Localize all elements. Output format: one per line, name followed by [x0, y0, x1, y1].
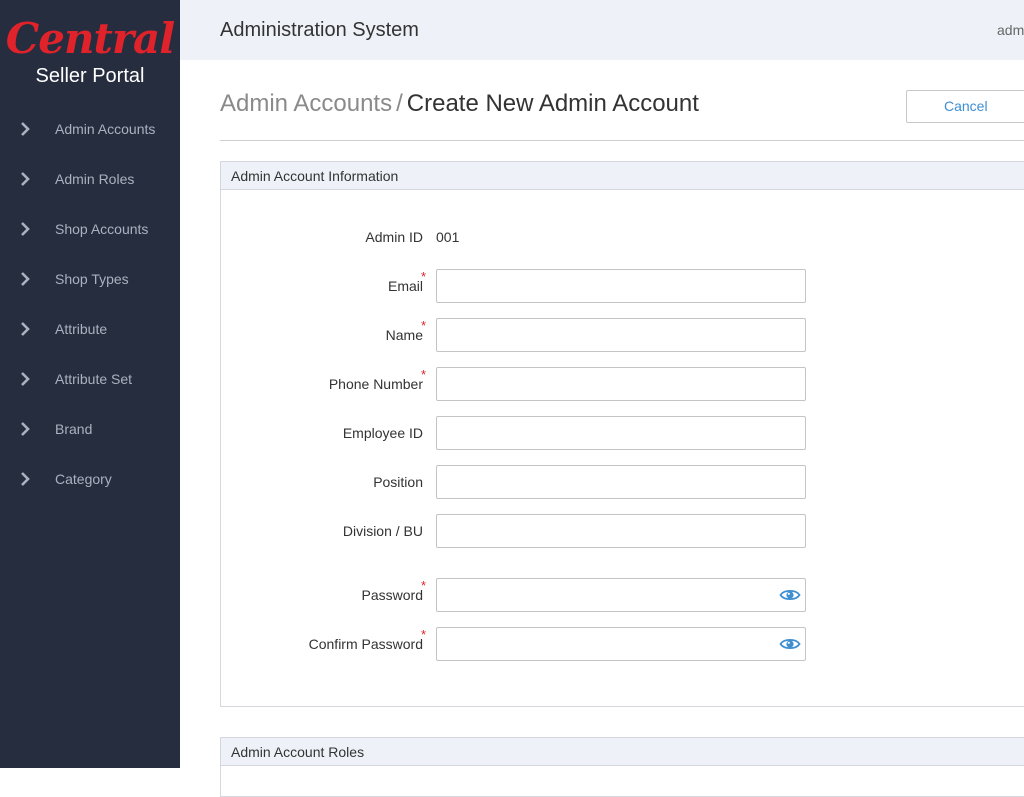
phone-number-label: Phone Number: [328, 376, 423, 392]
required-marker: *: [421, 578, 427, 593]
sidebar-item-label: Attribute Set: [55, 371, 133, 387]
chevron-right-icon: [21, 322, 30, 336]
name-row: Name *: [221, 318, 821, 352]
sidebar-item-brand[interactable]: Brand: [0, 404, 180, 454]
employee-id-field[interactable]: [436, 416, 806, 450]
confirm-password-label: Confirm Password: [308, 636, 423, 652]
sidebar-item-label: Admin Accounts: [55, 121, 156, 137]
phone-number-row: Phone Number *: [221, 367, 821, 401]
chevron-right-icon: [21, 122, 30, 136]
panel-title: Admin Account Information: [221, 162, 1024, 190]
sidebar-item-attribute[interactable]: Attribute: [0, 304, 180, 354]
sidebar-item-shop-accounts[interactable]: Shop Accounts: [0, 204, 180, 254]
confirm-password-field[interactable]: [436, 627, 806, 661]
name-field[interactable]: [436, 318, 806, 352]
division-row: Division / BU: [221, 514, 821, 548]
division-label: Division / BU: [342, 523, 423, 539]
phone-number-field[interactable]: [436, 367, 806, 401]
chevron-right-icon: [21, 222, 30, 236]
sidebar-item-label: Admin Roles: [55, 171, 135, 187]
logo-subtitle: Seller Portal: [35, 65, 145, 87]
sidebar-item-attribute-set[interactable]: Attribute Set: [0, 354, 180, 404]
user-menu[interactable]: adm: [997, 22, 1024, 38]
required-marker: *: [421, 367, 427, 382]
chevron-right-icon: [21, 472, 30, 486]
email-row: Email *: [221, 269, 821, 303]
position-field[interactable]: [436, 465, 806, 499]
email-label: Email: [387, 278, 423, 294]
brand-logo[interactable]: Central Seller Portal: [0, 0, 180, 100]
chevron-right-icon: [21, 272, 30, 286]
position-label: Position: [373, 474, 423, 490]
position-row: Position: [221, 465, 821, 499]
breadcrumb-admin-accounts-link[interactable]: Admin Accounts: [220, 90, 392, 117]
logo-wordmark: Central: [5, 14, 175, 63]
division-field[interactable]: [436, 514, 806, 548]
sidebar: Central Seller Portal Admin Accounts Adm…: [0, 0, 180, 768]
employee-id-label: Employee ID: [342, 425, 423, 441]
sidebar-item-shop-types[interactable]: Shop Types: [0, 254, 180, 304]
sidebar-nav: Admin Accounts Admin Roles Shop Accounts…: [0, 104, 180, 504]
sidebar-item-admin-roles[interactable]: Admin Roles: [0, 154, 180, 204]
sidebar-item-label: Attribute: [55, 321, 108, 337]
admin-id-label: Admin ID: [365, 229, 423, 245]
chevron-right-icon: [21, 372, 30, 386]
sidebar-item-category[interactable]: Category: [0, 454, 180, 504]
email-field[interactable]: [436, 269, 806, 303]
sidebar-item-label: Shop Accounts: [55, 221, 149, 237]
top-header: Administration System adm: [180, 0, 1024, 60]
password-field[interactable]: [436, 578, 806, 612]
password-row: Password *: [221, 578, 821, 612]
name-label: Name: [385, 327, 423, 343]
sidebar-item-label: Brand: [55, 421, 93, 437]
required-marker: *: [421, 318, 427, 333]
eye-icon[interactable]: [779, 636, 801, 652]
employee-id-row: Employee ID: [221, 416, 821, 450]
cancel-button[interactable]: Cancel: [906, 90, 1024, 123]
breadcrumb-separator: /: [396, 90, 403, 117]
chevron-right-icon: [21, 172, 30, 186]
app-title: Administration System: [220, 19, 419, 41]
sidebar-item-admin-accounts[interactable]: Admin Accounts: [0, 104, 180, 154]
chevron-right-icon: [21, 422, 30, 436]
password-label: Password: [361, 587, 423, 603]
panel-title: Admin Account Roles: [221, 738, 1024, 766]
confirm-password-row: Confirm Password *: [221, 627, 821, 661]
sidebar-item-label: Category: [55, 471, 112, 487]
required-marker: *: [421, 269, 427, 284]
admin-account-information-panel: Admin Account Information Admin ID 001 E…: [220, 161, 1024, 707]
page-title: Create New Admin Account: [406, 90, 699, 117]
page-header: Admin Accounts / Create New Admin Account …: [220, 90, 1024, 141]
breadcrumb: Admin Accounts / Create New Admin Account: [220, 90, 699, 118]
sidebar-item-label: Shop Types: [55, 271, 129, 287]
admin-account-roles-panel: Admin Account Roles: [220, 737, 1024, 797]
eye-icon[interactable]: [779, 587, 801, 603]
admin-id-row: Admin ID 001: [221, 220, 821, 254]
admin-id-value: 001: [436, 229, 460, 245]
required-marker: *: [421, 627, 427, 642]
